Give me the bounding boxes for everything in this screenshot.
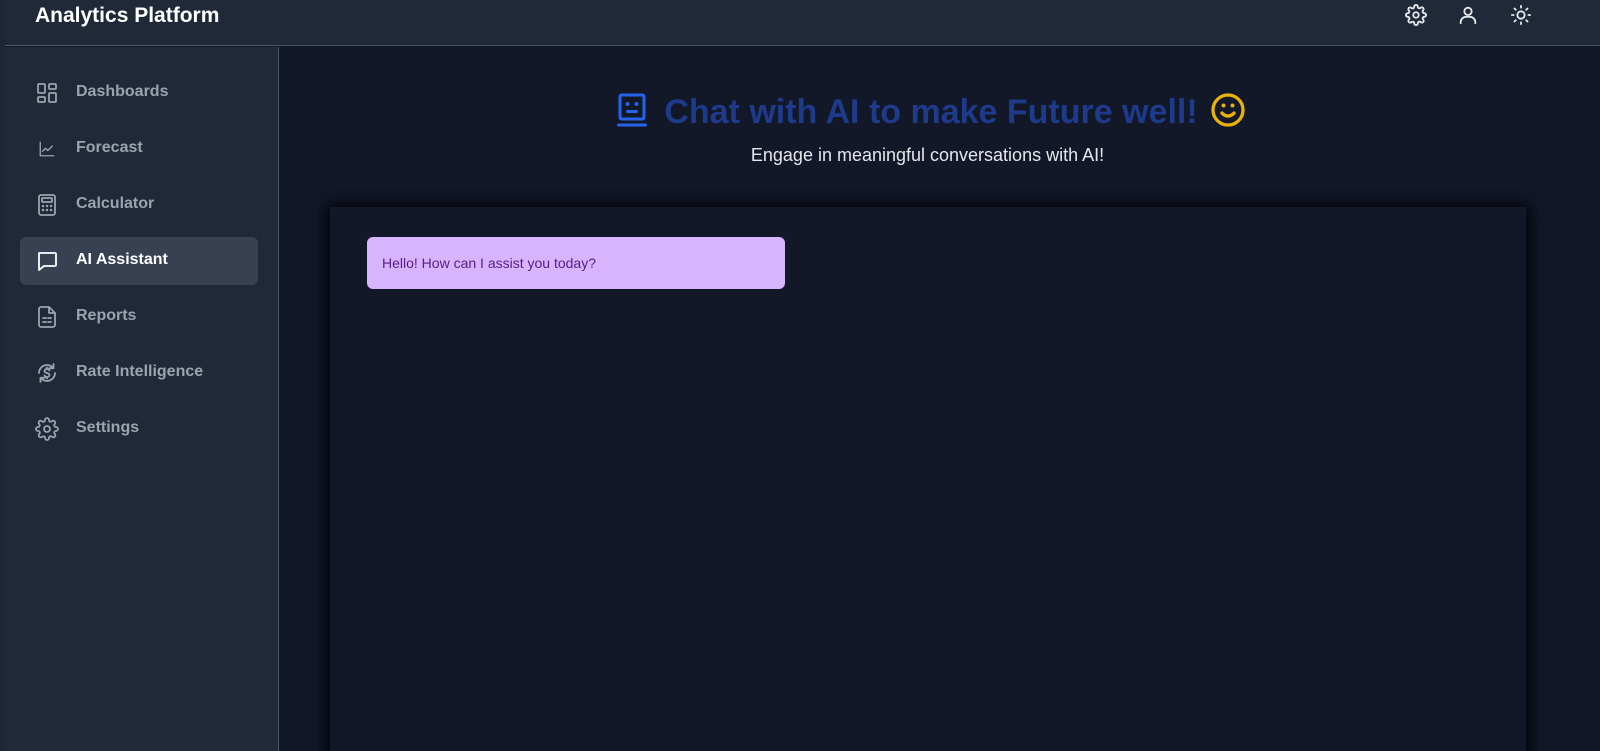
page-title: Chat with AI to make Future well! [664, 92, 1198, 131]
sidebar-item-dashboards[interactable]: Dashboards [20, 69, 258, 117]
chat-panel[interactable]: Hello! How can I assist you today? [330, 207, 1526, 751]
app-window: Analytics Platform Dashboards Forecast C… [5, 0, 1600, 751]
robot-icon [614, 92, 650, 133]
gear-icon [1405, 3, 1427, 31]
ai-message-bubble: Hello! How can I assist you today? [367, 237, 785, 289]
sun-icon [1510, 4, 1532, 31]
page-heading: Chat with AI to make Future well! [280, 87, 1580, 137]
sidebar-item-label: Settings [76, 419, 140, 436]
smiley-icon [1210, 92, 1246, 133]
profile-button[interactable] [1454, 3, 1482, 31]
sidebar-item-settings[interactable]: Settings [20, 405, 258, 453]
gear-icon [35, 417, 59, 441]
settings-button[interactable] [1402, 3, 1430, 31]
sidebar: Dashboards Forecast Calculator AI Assist… [5, 47, 279, 751]
app-title: Analytics Platform [35, 4, 220, 27]
sidebar-item-rate-intelligence[interactable]: Rate Intelligence [20, 349, 258, 397]
sidebar-item-ai-assistant[interactable]: AI Assistant [20, 237, 258, 285]
line-chart-icon [35, 137, 59, 161]
sidebar-item-forecast[interactable]: Forecast [20, 125, 258, 173]
sidebar-item-label: AI Assistant [76, 251, 168, 268]
sidebar-item-reports[interactable]: Reports [20, 293, 258, 341]
sidebar-item-label: Dashboards [76, 83, 169, 100]
sidebar-item-calculator[interactable]: Calculator [20, 181, 258, 229]
sidebar-item-label: Reports [76, 307, 137, 324]
page-subtitle: Engage in meaningful conversations with … [750, 145, 1105, 165]
theme-toggle-button[interactable] [1507, 3, 1535, 31]
grid-icon [35, 81, 59, 105]
calculator-icon [35, 193, 59, 217]
dollar-refresh-icon [35, 361, 59, 385]
document-icon [35, 305, 59, 329]
chat-bubble-icon [35, 249, 59, 273]
sidebar-item-label: Forecast [76, 139, 143, 156]
main-content: Chat with AI to make Future well! Engage… [280, 47, 1600, 751]
user-icon [1457, 4, 1479, 31]
sidebar-item-label: Calculator [76, 195, 155, 212]
sidebar-item-label: Rate Intelligence [76, 363, 204, 380]
top-header: Analytics Platform [5, 0, 1600, 46]
